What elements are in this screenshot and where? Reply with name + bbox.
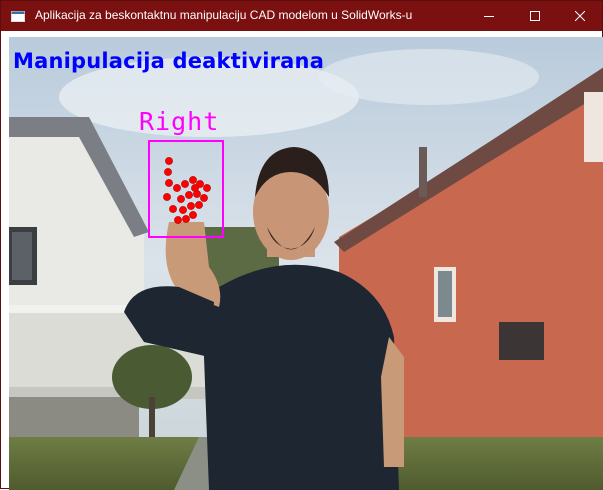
- camera-view: Manipulacija deaktivirana Right: [9, 37, 603, 490]
- minimize-icon: [484, 16, 494, 17]
- app-window-icon: [11, 11, 25, 22]
- hand-label: Right: [139, 107, 220, 136]
- landmark-point: [195, 201, 203, 209]
- close-icon: [575, 11, 585, 21]
- landmark-point: [164, 168, 172, 176]
- landmark-point: [191, 184, 199, 192]
- title-bar[interactable]: Aplikacija za beskontaktnu manipulaciju …: [1, 1, 602, 31]
- landmark-point: [174, 216, 182, 224]
- landmark-point: [203, 184, 211, 192]
- camera-frame: [9, 37, 603, 490]
- landmark-point: [185, 191, 193, 199]
- landmark-point: [181, 180, 189, 188]
- landmark-point: [189, 176, 197, 184]
- landmark-point: [173, 184, 181, 192]
- landmark-point: [189, 211, 197, 219]
- landmark-point: [169, 205, 177, 213]
- manipulation-status: Manipulacija deaktivirana: [13, 49, 325, 73]
- app-window: Aplikacija za beskontaktnu manipulaciju …: [0, 0, 603, 490]
- landmark-point: [165, 179, 173, 187]
- landmark-point: [177, 195, 185, 203]
- landmark-point: [182, 215, 190, 223]
- close-button[interactable]: [557, 1, 603, 31]
- landmark-point: [200, 194, 208, 202]
- landmark-point: [165, 157, 173, 165]
- landmark-point: [163, 193, 171, 201]
- landmark-point: [179, 206, 187, 214]
- landmark-point: [187, 202, 195, 210]
- maximize-icon: [530, 11, 540, 21]
- minimize-button[interactable]: [466, 1, 512, 31]
- maximize-button[interactable]: [512, 1, 558, 31]
- window-title: Aplikacija za beskontaktnu manipulaciju …: [35, 8, 413, 22]
